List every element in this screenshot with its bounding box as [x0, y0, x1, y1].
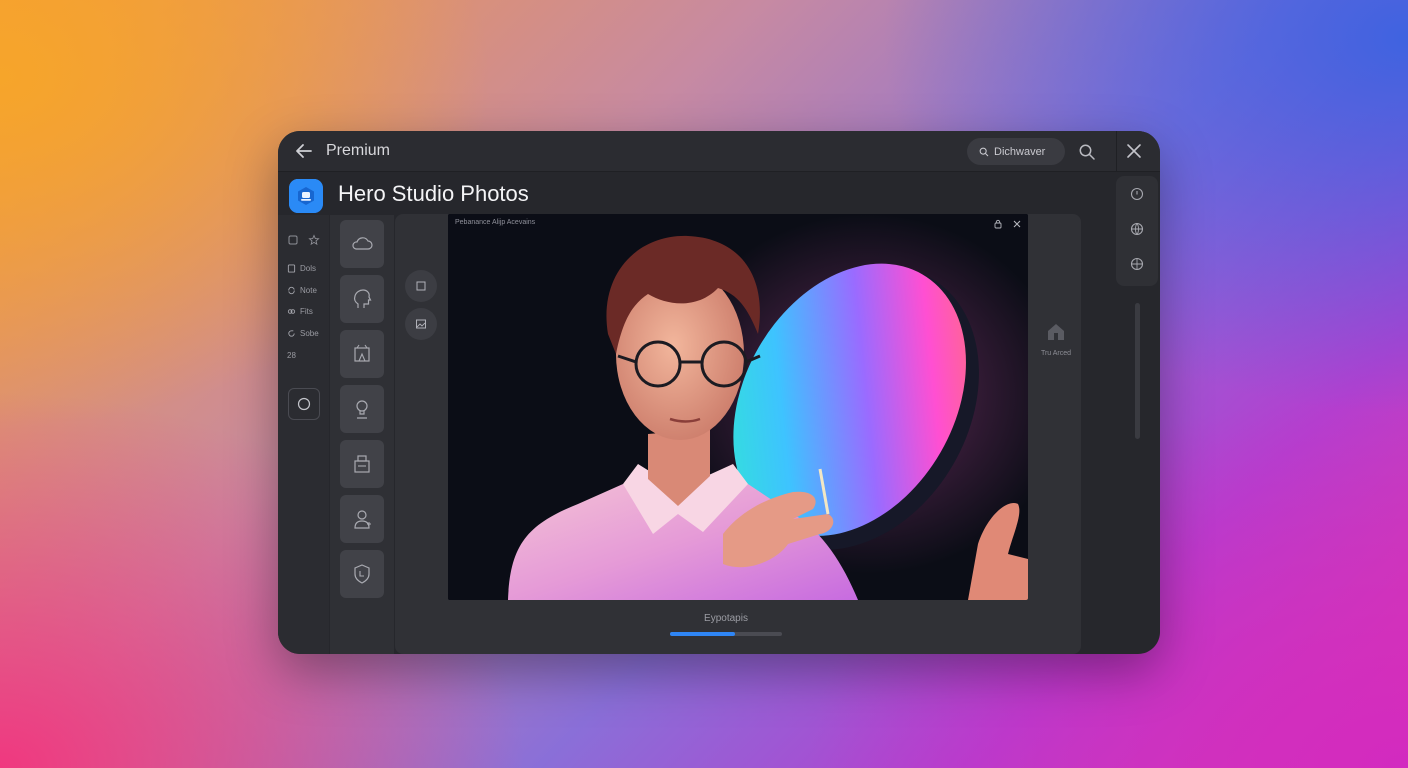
home-shortcut-label: Tru Arced [1040, 350, 1072, 357]
sidebar-count-label: 28 [287, 351, 296, 360]
search-icon [979, 147, 989, 156]
portrait-photo [448, 214, 1028, 600]
globe-icon[interactable] [1129, 221, 1145, 237]
tool-user[interactable] [340, 495, 384, 543]
progress-label: Eypotapis [704, 613, 748, 624]
info-icon[interactable] [1129, 186, 1145, 202]
app-window: Premium Dichwaver Hero Studio Photos Dol… [278, 131, 1160, 654]
left-sidebar: Dols Note Fits Sobe 28 [278, 215, 329, 654]
title-bar: Premium Dichwaver [278, 131, 1160, 172]
sidebar-item-count: 28 [287, 351, 296, 360]
close-icon[interactable] [1012, 219, 1022, 229]
sidebar-item-sobe[interactable]: Sobe [287, 329, 319, 338]
crop-tool[interactable] [405, 270, 437, 302]
tool-head[interactable] [340, 275, 384, 323]
sidebar-item-label: Fits [300, 307, 313, 316]
image-icon [416, 319, 426, 329]
shield-icon [354, 564, 370, 584]
head-profile-icon [354, 289, 372, 308]
crop-icon [416, 281, 426, 291]
sidebar-item-label: Note [300, 286, 317, 295]
canvas-caption: Pebanance Alijp Acevains [455, 219, 536, 226]
tool-person[interactable] [340, 385, 384, 433]
refresh-icon [288, 330, 295, 337]
lock-icon[interactable] [993, 219, 1003, 229]
sync-icon [288, 286, 295, 295]
user-icon [354, 510, 371, 529]
tool-printer[interactable] [340, 440, 384, 488]
person-icon [356, 400, 368, 419]
image-tool[interactable] [405, 308, 437, 340]
app-logo-icon [289, 179, 323, 213]
sidebar-item-note[interactable]: Note [287, 286, 317, 295]
page-icon [287, 264, 296, 273]
photo-canvas[interactable]: Pebanance Alijp Acevains [448, 214, 1028, 600]
vertical-scrollbar[interactable] [1135, 303, 1140, 439]
home-icon [1048, 324, 1064, 340]
record-button[interactable] [288, 388, 320, 420]
cloud-icon [352, 237, 373, 250]
tools-column [330, 215, 394, 654]
sidebar-item-dols[interactable]: Dols [287, 264, 316, 273]
sidebar-item-label: Sobe [300, 329, 319, 338]
back-arrow-icon[interactable] [294, 141, 314, 161]
title-divider [1116, 131, 1117, 171]
progress-bar [670, 632, 782, 636]
app-title: Hero Studio Photos [338, 181, 529, 206]
sidebar-item-fits[interactable]: Fits [287, 307, 313, 316]
home-shortcut[interactable]: Tru Arced [1036, 321, 1076, 357]
window-title: Premium [326, 142, 391, 159]
search-icon[interactable] [1078, 143, 1096, 161]
circle-icon [297, 397, 311, 411]
progress-fill [670, 632, 735, 636]
tool-shield[interactable] [340, 550, 384, 598]
printer-icon [354, 455, 370, 473]
link-icon [287, 309, 296, 314]
star-icon[interactable] [308, 234, 320, 246]
tool-cloud[interactable] [340, 220, 384, 268]
sidebar-item-label: Dols [300, 264, 317, 273]
close-icon[interactable] [1125, 142, 1143, 160]
tool-frame[interactable] [340, 330, 384, 378]
window-icon[interactable] [287, 234, 299, 246]
grid-globe-icon[interactable] [1129, 256, 1145, 272]
search-dropdown-label: Dichwaver [994, 145, 1046, 158]
search-dropdown[interactable]: Dichwaver [967, 138, 1065, 165]
right-toolbar [1116, 176, 1158, 286]
frame-icon [354, 344, 370, 362]
